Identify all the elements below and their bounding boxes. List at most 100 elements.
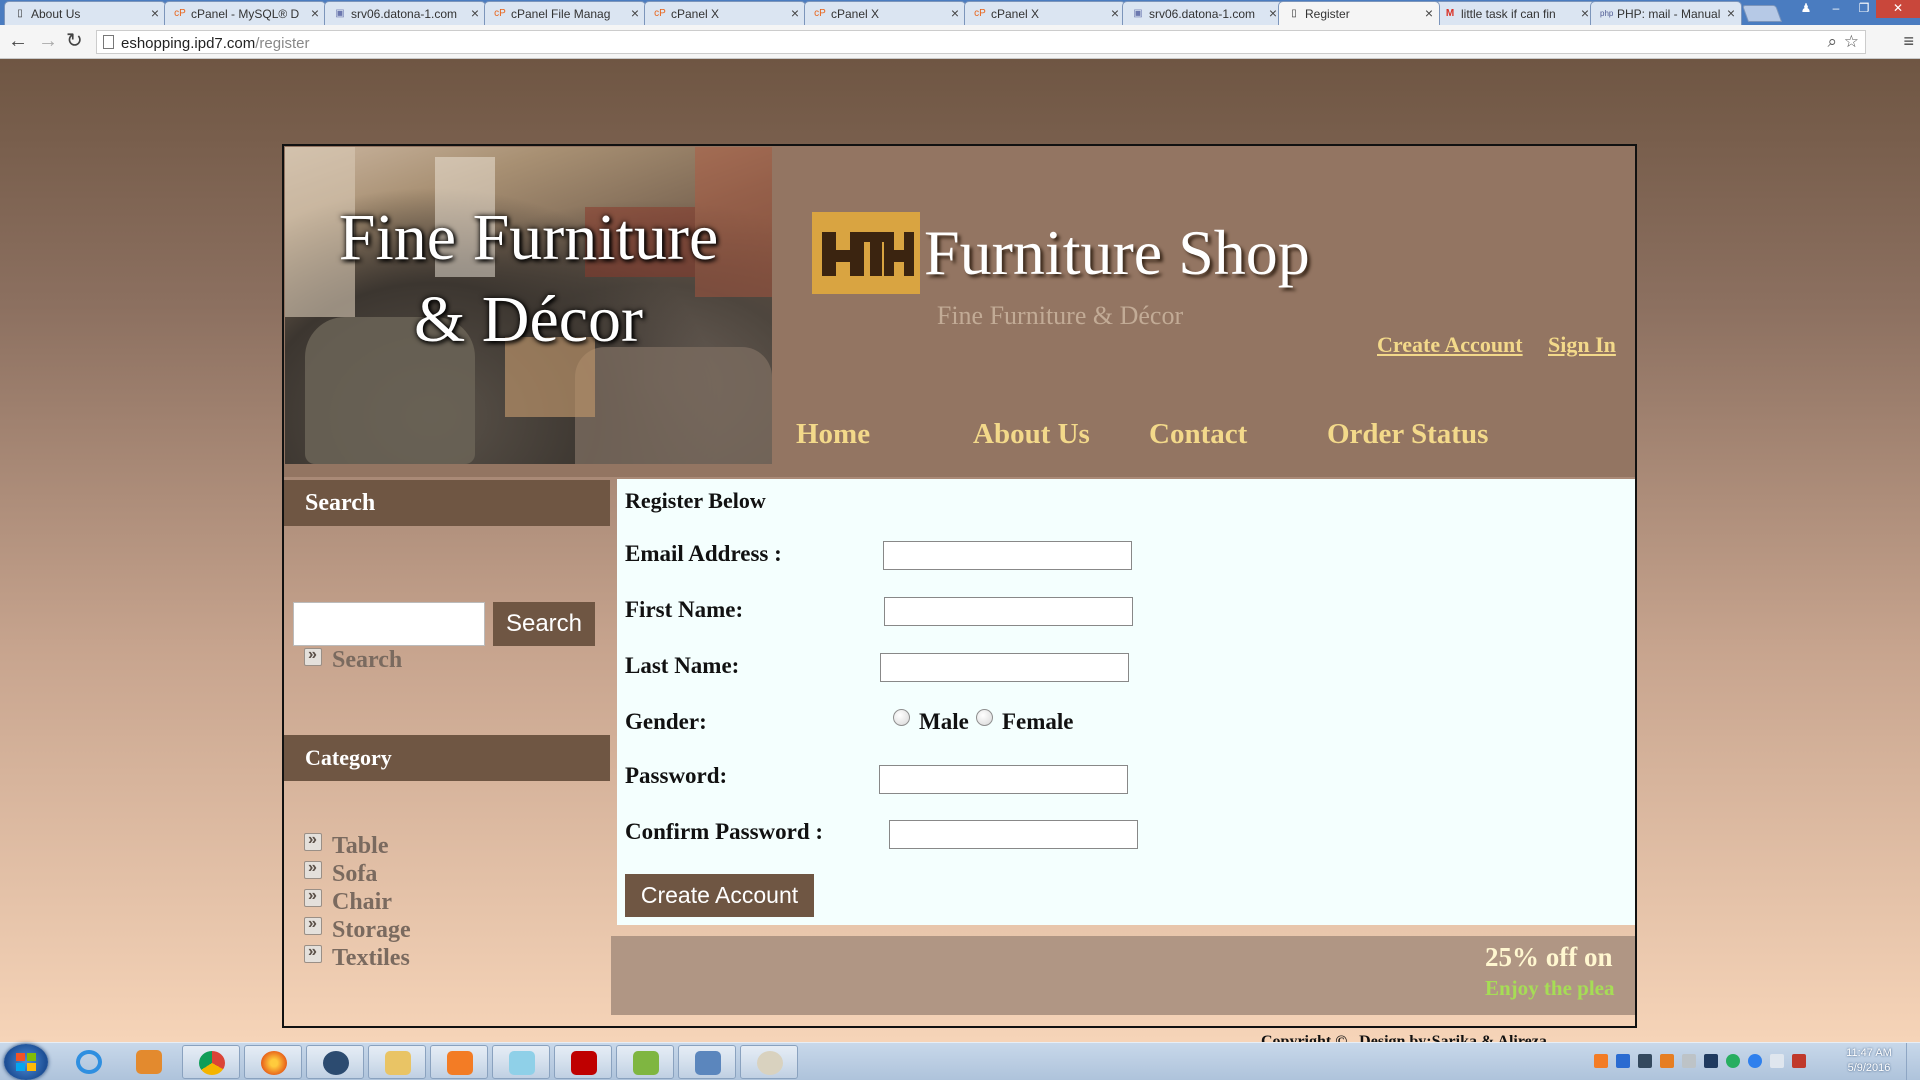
nav-order-status[interactable]: Order Status (1327, 418, 1488, 451)
female-radio[interactable] (976, 709, 993, 726)
tab-cpanel-mysql[interactable]: cP cPanel - MySQL® D × (164, 1, 326, 25)
show-desktop-button[interactable] (1906, 1043, 1920, 1080)
tab-cpanel-x-2[interactable]: cP cPanel X × (804, 1, 966, 25)
clock-time: 11:47 AM (1846, 1047, 1892, 1059)
tab-cpanel-file-manager[interactable]: cP cPanel File Manag × (484, 1, 646, 25)
search-link[interactable]: Search (332, 647, 402, 674)
start-button[interactable] (4, 1044, 48, 1080)
category-storage[interactable]: Storage (332, 917, 411, 944)
xampp-tray-icon[interactable] (1594, 1054, 1608, 1068)
nav-home[interactable]: Home (796, 418, 870, 451)
first-name-field[interactable] (884, 597, 1133, 626)
tab-gmail[interactable]: M little task if can fin × (1434, 1, 1596, 25)
close-icon[interactable]: × (791, 5, 799, 21)
tab-about-us[interactable]: ▯ About Us × (4, 1, 166, 25)
close-icon[interactable]: × (151, 5, 159, 21)
tab-php-mail[interactable]: php PHP: mail - Manual × (1590, 1, 1742, 25)
xampp-icon[interactable] (430, 1045, 488, 1079)
app-tree-icon[interactable] (306, 1045, 364, 1079)
menu-icon[interactable]: ≡ (1903, 31, 1914, 52)
promo-line-2: Enjoy the plea (1485, 976, 1615, 1000)
tray-app-icon[interactable] (1638, 1054, 1652, 1068)
gmail-icon: M (1445, 8, 1455, 19)
file-explorer-icon[interactable] (368, 1045, 426, 1079)
address-bar[interactable]: eshopping.ipd7.com/register ⌕ ☆ (96, 30, 1866, 54)
tab-phpmyadmin-2[interactable]: ▣ srv06.datona-1.com × (1122, 1, 1284, 25)
email-field[interactable] (883, 541, 1132, 570)
chrome-icon[interactable] (182, 1045, 240, 1079)
register-form: Register Below Email Address : First Nam… (617, 479, 1635, 925)
close-icon[interactable]: × (631, 5, 639, 21)
window-close-icon[interactable]: ✕ (1876, 0, 1920, 18)
category-textiles[interactable]: Textiles (332, 945, 410, 972)
last-name-field[interactable] (880, 653, 1129, 682)
tab-title: cPanel X (671, 7, 720, 21)
tray-app-icon[interactable] (1704, 1054, 1718, 1068)
network-icon[interactable] (1770, 1054, 1784, 1068)
notepad-icon[interactable] (492, 1045, 550, 1079)
back-icon[interactable]: ← (8, 30, 28, 52)
reload-icon[interactable]: ↻ (66, 30, 83, 52)
cpanel-icon: cP (174, 8, 186, 19)
close-icon[interactable]: × (1425, 5, 1433, 21)
windows-icon (16, 1053, 36, 1071)
tab-strip: ▯ About Us × cP cPanel - MySQL® D × ▣ sr… (0, 0, 1920, 25)
volume-icon[interactable] (1792, 1054, 1806, 1068)
tab-title: cPanel X (991, 7, 1040, 21)
zoom-icon[interactable]: ⌕ (1827, 32, 1837, 52)
confirm-password-field[interactable] (889, 820, 1138, 849)
tray-app-icon[interactable] (1748, 1054, 1762, 1068)
new-tab-button[interactable] (1741, 5, 1783, 22)
star-icon[interactable]: ☆ (1844, 32, 1859, 52)
tray-app-icon[interactable] (1660, 1054, 1674, 1068)
firefox-icon[interactable] (244, 1045, 302, 1079)
category-sofa[interactable]: Sofa (332, 861, 377, 888)
search-button[interactable]: Search (493, 602, 595, 646)
nav-about-us[interactable]: About Us (973, 418, 1090, 451)
dropbox-icon[interactable] (1616, 1054, 1630, 1068)
cube-app-icon[interactable] (678, 1045, 736, 1079)
close-icon[interactable]: × (311, 5, 319, 21)
close-icon[interactable]: × (1111, 5, 1119, 21)
confirm-password-label: Confirm Password : (625, 819, 824, 844)
cpanel-icon: cP (814, 8, 826, 19)
category-chair[interactable]: Chair (332, 889, 392, 916)
paint-icon[interactable] (740, 1045, 798, 1079)
close-icon[interactable]: × (471, 5, 479, 21)
minimize-icon[interactable]: – (1822, 0, 1850, 18)
create-account-link[interactable]: Create Account (1377, 332, 1523, 358)
close-icon[interactable]: × (1727, 5, 1735, 21)
clock[interactable]: 11:47 AM 5/9/2016 (1838, 1046, 1900, 1076)
category-table[interactable]: Table (332, 833, 388, 860)
tab-register[interactable]: ▯ Register × (1278, 1, 1440, 25)
filezilla-icon[interactable] (554, 1045, 612, 1079)
media-player-icon[interactable] (120, 1045, 178, 1079)
password-field[interactable] (879, 765, 1128, 794)
tray-app-icon[interactable] (1726, 1054, 1740, 1068)
chart-app-icon[interactable] (616, 1045, 674, 1079)
restore-icon[interactable]: ❐ (1850, 0, 1878, 18)
search-input[interactable] (293, 602, 485, 646)
user-icon[interactable]: ♟ (1792, 0, 1820, 18)
cpanel-icon: cP (494, 8, 506, 19)
nav-contact[interactable]: Contact (1149, 418, 1247, 451)
close-icon[interactable]: × (1581, 5, 1589, 21)
page-viewport: Fine Furniture & Décor Furniture Shop Fi… (0, 60, 1920, 1080)
tab-title: cPanel File Manag (511, 7, 611, 21)
cpanel-icon: cP (654, 8, 666, 19)
close-icon[interactable]: × (951, 5, 959, 21)
tab-cpanel-x-1[interactable]: cP cPanel X × (644, 1, 806, 25)
tab-phpmyadmin-1[interactable]: ▣ srv06.datona-1.com × (324, 1, 486, 25)
close-icon[interactable]: × (1269, 5, 1277, 21)
internet-explorer-icon[interactable] (60, 1045, 118, 1079)
tab-title: srv06.datona-1.com (351, 7, 458, 21)
male-label: Male (919, 709, 969, 734)
page-icon (103, 35, 114, 49)
sign-in-link[interactable]: Sign In (1548, 332, 1616, 358)
create-account-button[interactable]: Create Account (625, 874, 814, 917)
male-radio[interactable] (893, 709, 910, 726)
forward-icon[interactable]: → (38, 30, 58, 52)
tab-cpanel-x-3[interactable]: cP cPanel X × (964, 1, 1126, 25)
tray-app-icon[interactable] (1682, 1054, 1696, 1068)
form-heading: Register Below (625, 488, 766, 513)
